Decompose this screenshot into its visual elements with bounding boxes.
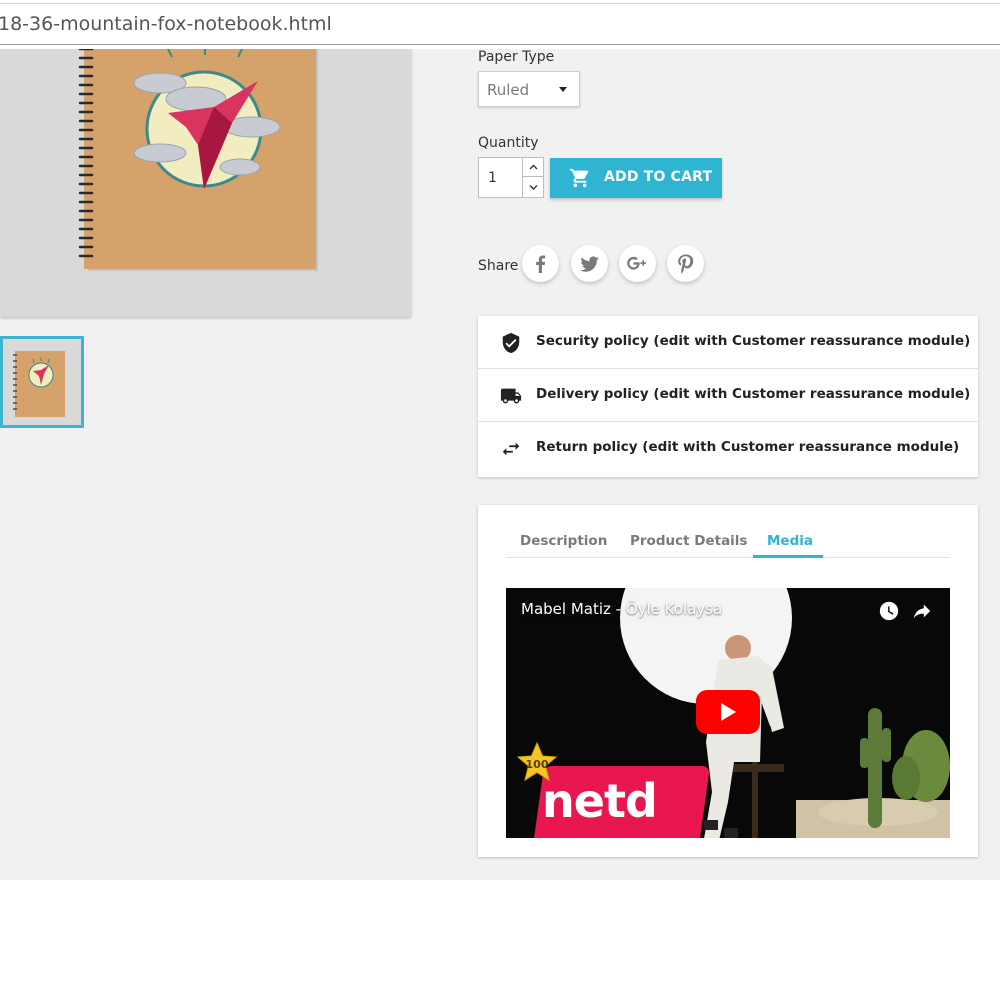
pinterest-icon xyxy=(678,254,694,274)
share-twitter-button[interactable] xyxy=(571,245,608,282)
active-tab-indicator xyxy=(753,555,823,558)
reassurance-return: Return policy (edit with Customer reassu… xyxy=(478,422,978,477)
add-to-cart-label: ADD TO CART xyxy=(604,169,713,185)
star-badge-icon: 100 xyxy=(516,742,558,782)
shield-check-icon xyxy=(502,332,520,354)
share-label: Share xyxy=(478,258,519,274)
share-google-plus-button[interactable] xyxy=(619,245,656,282)
facebook-icon xyxy=(536,255,546,273)
video-player[interactable]: Mabel Matiz - Öyle Kolaysa netd 100 xyxy=(506,588,950,838)
reassurance-text: Security policy (edit with Customer reas… xyxy=(536,333,971,349)
truck-icon xyxy=(500,388,522,404)
reassurance-block: Security policy (edit with Customer reas… xyxy=(478,316,978,477)
watch-later-icon[interactable] xyxy=(878,600,900,622)
quantity-label: Quantity xyxy=(478,135,539,151)
product-tabs-card: Description Product Details Media Mabel … xyxy=(478,505,978,857)
netd-logo: netd xyxy=(542,774,658,828)
quantity-value[interactable]: 1 xyxy=(488,170,497,186)
play-button[interactable] xyxy=(696,690,760,734)
tab-product-details[interactable]: Product Details xyxy=(630,533,747,549)
reassurance-text: Delivery policy (edit with Customer reas… xyxy=(536,386,971,402)
video-title[interactable]: Mabel Matiz - Öyle Kolaysa xyxy=(521,600,722,618)
product-thumbnail[interactable] xyxy=(0,336,84,428)
shopping-cart-icon xyxy=(569,168,589,188)
twitter-icon xyxy=(580,256,599,272)
notebook-illustration xyxy=(78,49,318,271)
reassurance-security: Security policy (edit with Customer reas… xyxy=(478,316,978,369)
paper-type-select[interactable]: Ruled xyxy=(478,71,580,107)
google-plus-icon xyxy=(627,256,646,270)
tab-description[interactable]: Description xyxy=(520,533,607,549)
paper-type-label: Paper Type xyxy=(478,49,555,65)
tab-media[interactable]: Media xyxy=(767,533,813,549)
product-main-image[interactable] xyxy=(0,49,411,317)
share-arrow-icon[interactable] xyxy=(911,600,933,622)
tabs-divider xyxy=(506,557,950,558)
chevron-down-icon xyxy=(529,185,538,190)
swap-arrows-icon xyxy=(502,442,520,456)
add-to-cart-button[interactable]: ADD TO CART xyxy=(550,158,722,198)
product-page: Paper Type Ruled Quantity 1 ADD TO CART … xyxy=(0,49,1000,880)
paper-type-value: Ruled xyxy=(487,81,530,99)
quantity-stepper xyxy=(522,158,544,197)
address-bar[interactable]: 18-36-mountain-fox-notebook.html xyxy=(0,3,1000,45)
share-facebook-button[interactable] xyxy=(522,245,559,282)
reassurance-delivery: Delivery policy (edit with Customer reas… xyxy=(478,369,978,422)
quantity-input[interactable]: 1 xyxy=(478,157,544,198)
share-pinterest-button[interactable] xyxy=(667,245,704,282)
chevron-up-icon xyxy=(529,164,538,170)
quantity-increase-button[interactable] xyxy=(523,158,544,177)
reassurance-text: Return policy (edit with Customer reassu… xyxy=(536,439,960,455)
caret-down-icon xyxy=(559,87,567,92)
quantity-decrease-button[interactable] xyxy=(523,178,544,197)
star-badge-text: 100 xyxy=(526,758,549,771)
notebook-thumbnail-illustration xyxy=(13,351,65,417)
address-bar-url[interactable]: 18-36-mountain-fox-notebook.html xyxy=(0,13,332,35)
